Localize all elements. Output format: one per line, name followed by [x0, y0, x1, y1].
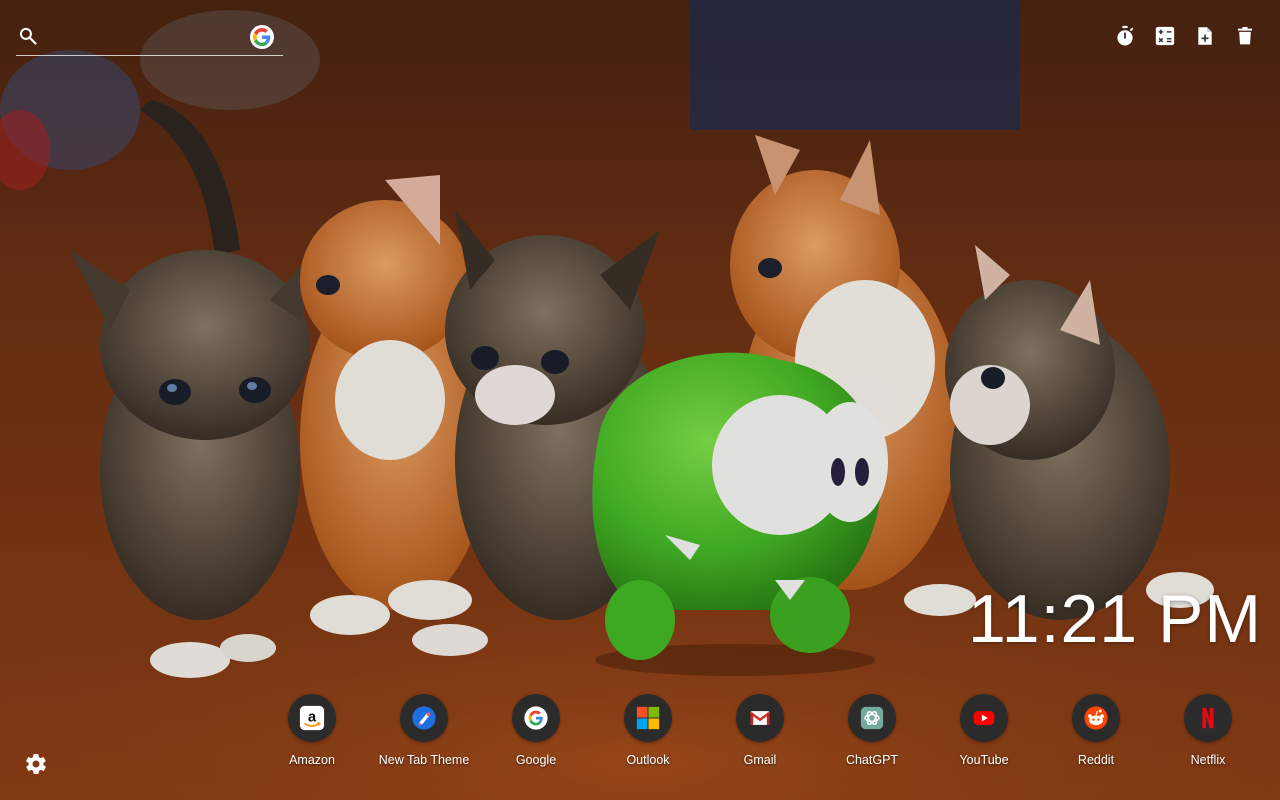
- shortcut-gmail[interactable]: Gmail: [704, 694, 816, 774]
- settings-button[interactable]: [24, 752, 48, 776]
- search-bar: [16, 18, 283, 56]
- amazon-icon: a: [299, 705, 325, 731]
- add-note-icon: [1198, 27, 1212, 45]
- new-tab-theme-icon: [412, 706, 436, 730]
- shortcut-icon-container: [400, 694, 448, 742]
- shortcut-reddit[interactable]: Reddit: [1040, 694, 1152, 774]
- shortcut-icon-container: [736, 694, 784, 742]
- shortcut-label: ChatGPT: [845, 753, 899, 767]
- gear-icon: [26, 754, 46, 774]
- shortcut-icon-container: [848, 694, 896, 742]
- shortcut-label: Reddit: [1077, 753, 1115, 767]
- shortcut-icon-container: [624, 694, 672, 742]
- netflix-icon: [1202, 707, 1214, 729]
- toolbar: [1114, 24, 1256, 48]
- stopwatch-icon: [1117, 25, 1134, 46]
- shortcut-label: Gmail: [743, 753, 777, 767]
- new-tab-page: 11:21 PM a Amazon New Tab Theme Google O…: [0, 0, 1280, 800]
- background-image: [0, 0, 1280, 800]
- shortcut-youtube[interactable]: YouTube: [928, 694, 1040, 774]
- search-input[interactable]: [48, 24, 252, 50]
- stopwatch-button[interactable]: [1114, 24, 1136, 48]
- gmail-icon: [749, 711, 771, 725]
- shortcut-new-tab-theme[interactable]: New Tab Theme: [368, 694, 480, 774]
- shortcuts-dock: a Amazon New Tab Theme Google Outlook Gm…: [256, 694, 1264, 774]
- shortcut-label: YouTube: [959, 753, 1009, 767]
- calculator-button[interactable]: [1154, 24, 1176, 48]
- shortcut-label: Netflix: [1190, 753, 1226, 767]
- shortcut-chatgpt[interactable]: ChatGPT: [816, 694, 928, 774]
- svg-text:a: a: [308, 710, 317, 726]
- chatgpt-icon: [860, 706, 884, 730]
- add-note-button[interactable]: [1194, 24, 1216, 48]
- shortcut-netflix[interactable]: Netflix: [1152, 694, 1264, 774]
- trash-button[interactable]: [1234, 24, 1256, 48]
- youtube-icon: [973, 711, 995, 725]
- shortcut-label: Amazon: [289, 753, 335, 767]
- calculator-icon: [1155, 26, 1175, 46]
- shortcut-amazon[interactable]: a Amazon: [256, 694, 368, 774]
- trash-icon: [1237, 27, 1253, 45]
- shortcut-icon-container: [1184, 694, 1232, 742]
- shortcut-label: Google: [515, 753, 557, 767]
- shortcut-label: New Tab Theme: [378, 753, 470, 767]
- shortcut-icon-container: [512, 694, 560, 742]
- search-icon[interactable]: [18, 26, 38, 46]
- search-engine-button[interactable]: [250, 25, 274, 49]
- shortcut-icon-container: a: [288, 694, 336, 742]
- reddit-icon: [1084, 706, 1108, 730]
- shortcut-icon-container: [960, 694, 1008, 742]
- clock-time: 11:21 PM: [967, 581, 1262, 657]
- microsoft-icon: [636, 706, 660, 730]
- shortcut-icon-container: [1072, 694, 1120, 742]
- shortcut-label: Outlook: [626, 753, 670, 767]
- google-icon: [524, 706, 548, 730]
- shortcut-outlook[interactable]: Outlook: [592, 694, 704, 774]
- google-g-icon: [253, 28, 271, 46]
- shortcut-google[interactable]: Google: [480, 694, 592, 774]
